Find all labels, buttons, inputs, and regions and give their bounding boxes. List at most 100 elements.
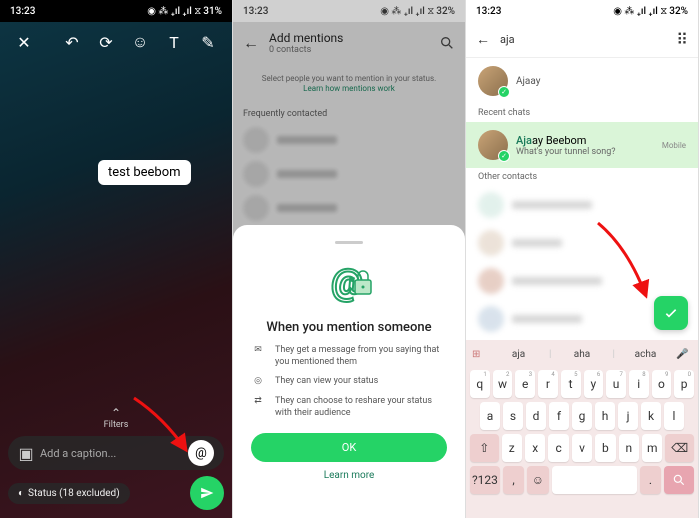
- key-h[interactable]: h: [595, 402, 615, 430]
- contact-name: Ajaay Beebom: [516, 134, 616, 147]
- close-icon[interactable]: ✕: [12, 30, 36, 54]
- draw-icon[interactable]: ✎: [196, 30, 220, 54]
- contact-row[interactable]: [466, 262, 698, 300]
- key-s[interactable]: s: [503, 402, 523, 430]
- key-y[interactable]: y6: [584, 370, 604, 398]
- status-audience-label: Status (18 excluded): [28, 488, 120, 499]
- key-c[interactable]: c: [548, 434, 568, 462]
- key-o[interactable]: o9: [652, 370, 672, 398]
- contact-status: What's your tunnel song?: [516, 147, 616, 157]
- undo-icon[interactable]: ↶: [60, 30, 84, 54]
- contact-row[interactable]: [233, 191, 465, 225]
- key-m[interactable]: m: [642, 434, 662, 462]
- key-p[interactable]: p0: [674, 370, 694, 398]
- contact-name: Ajaay: [516, 76, 540, 87]
- status-time: 13:23: [243, 6, 268, 17]
- clipboard-icon[interactable]: ⊞: [472, 349, 488, 360]
- key-q[interactable]: q1: [470, 370, 490, 398]
- symbols-key[interactable]: ?123: [470, 466, 500, 494]
- key-r[interactable]: r4: [538, 370, 558, 398]
- key-k[interactable]: k: [641, 402, 661, 430]
- key-j[interactable]: j: [618, 402, 638, 430]
- key-e[interactable]: e3: [515, 370, 535, 398]
- text-icon[interactable]: T: [162, 30, 186, 54]
- confirm-fab[interactable]: [654, 296, 688, 330]
- eye-icon: ◎: [251, 376, 265, 388]
- caption-bar: ▣ Add a caption... @: [8, 436, 224, 470]
- status-editor-screen: 13:23 ◉ ⁂ ₊ıl ₊ıl ⧖31% ✕ ↶ ⟳ ☺ T ✎ test …: [0, 0, 233, 518]
- key-i[interactable]: i8: [629, 370, 649, 398]
- key-v[interactable]: v: [572, 434, 592, 462]
- editor-toolbar: ✕ ↶ ⟳ ☺ T ✎: [0, 30, 232, 54]
- image-icon[interactable]: ▣: [18, 444, 34, 463]
- comma-key[interactable]: ,: [503, 466, 524, 494]
- at-lock-icon: @: [321, 254, 377, 310]
- contact-row[interactable]: [233, 157, 465, 191]
- key-f[interactable]: f: [549, 402, 569, 430]
- status-text-overlay[interactable]: test beebom: [98, 160, 191, 185]
- search-key[interactable]: [664, 466, 694, 494]
- mention-button[interactable]: @: [188, 440, 214, 466]
- mic-icon[interactable]: 🎤: [676, 349, 692, 360]
- header-title: Add mentions: [269, 31, 343, 45]
- space-key[interactable]: [552, 466, 637, 494]
- recent-chats-label: Recent chats: [466, 104, 698, 122]
- backspace-key[interactable]: ⌫: [665, 434, 694, 462]
- back-icon[interactable]: ←: [243, 33, 259, 53]
- dialpad-icon[interactable]: ⠿: [676, 30, 688, 49]
- caption-input[interactable]: Add a caption...: [34, 447, 188, 460]
- contact-result-selected[interactable]: ✓ Ajaay Beebom What's your tunnel song? …: [466, 122, 698, 168]
- search-bar: ← aja ⠿: [466, 22, 698, 58]
- ok-button[interactable]: OK: [251, 433, 447, 462]
- search-input[interactable]: aja: [500, 33, 666, 46]
- sheet-handle[interactable]: [335, 241, 363, 244]
- key-d[interactable]: d: [526, 402, 546, 430]
- search-icon[interactable]: [439, 35, 455, 51]
- suggestion[interactable]: aha: [555, 349, 608, 360]
- suggestion-bar: ⊞ aja | aha | acha 🎤: [466, 340, 698, 368]
- status-audience-chip[interactable]: ◐ Status (18 excluded): [8, 483, 130, 504]
- header-subtitle: 0 contacts: [269, 45, 343, 55]
- learn-link[interactable]: Learn how mentions work: [303, 84, 395, 93]
- key-t[interactable]: t5: [561, 370, 581, 398]
- status-time: 13:23: [10, 6, 35, 17]
- shift-key[interactable]: ⇧: [470, 434, 499, 462]
- period-key[interactable]: .: [640, 466, 661, 494]
- avatar: ✓: [478, 130, 508, 160]
- learn-more-link[interactable]: Learn more: [324, 470, 375, 481]
- keyboard: ⊞ aja | aha | acha 🎤 q1w2e3r4t5y6u7i8o9p…: [466, 340, 698, 518]
- info-row: ⇄They can choose to reshare your status …: [251, 396, 447, 419]
- filters-toggle[interactable]: ⌃ Filters: [0, 406, 232, 430]
- key-x[interactable]: x: [525, 434, 545, 462]
- suggestion[interactable]: acha: [619, 349, 672, 360]
- contact-row[interactable]: [233, 123, 465, 157]
- key-u[interactable]: u7: [606, 370, 626, 398]
- status-time: 13:23: [476, 6, 501, 17]
- key-l[interactable]: l: [664, 402, 684, 430]
- key-w[interactable]: w2: [493, 370, 513, 398]
- suggestion[interactable]: aja: [492, 349, 545, 360]
- key-z[interactable]: z: [502, 434, 522, 462]
- contact-row[interactable]: [466, 186, 698, 224]
- contact-search-screen: 13:23 ◉ ⁂ ₊ıl ₊ıl ⧖32% ← aja ⠿ ✓ Ajaay R…: [466, 0, 699, 518]
- contact-row[interactable]: [466, 224, 698, 262]
- contact-tag: Mobile: [662, 141, 686, 150]
- key-b[interactable]: b: [595, 434, 615, 462]
- key-a[interactable]: a: [480, 402, 500, 430]
- status-icons: ◉ ⁂ ₊ıl ₊ıl ⧖32%: [613, 6, 688, 17]
- add-mentions-screen: 13:23 ◉ ⁂ ₊ıl ₊ıl ⧖32% ← Add mentions 0 …: [233, 0, 466, 518]
- send-button[interactable]: [190, 476, 224, 510]
- message-icon: ✉: [251, 345, 265, 368]
- check-icon: ✓: [498, 150, 510, 162]
- sticker-icon[interactable]: ☺: [128, 30, 152, 54]
- check-icon: [663, 305, 679, 321]
- status-bar: 13:23 ◉ ⁂ ₊ıl ₊ıl ⧖32%: [233, 0, 465, 22]
- back-icon[interactable]: ←: [476, 31, 490, 48]
- key-g[interactable]: g: [572, 402, 592, 430]
- crop-rotate-icon[interactable]: ⟳: [94, 30, 118, 54]
- status-bar: 13:23 ◉ ⁂ ₊ıl ₊ıl ⧖32%: [466, 0, 698, 22]
- filters-label: Filters: [0, 420, 232, 430]
- key-n[interactable]: n: [619, 434, 639, 462]
- selected-contact-chip[interactable]: ✓ Ajaay: [466, 58, 698, 104]
- emoji-key[interactable]: ☺: [527, 466, 548, 494]
